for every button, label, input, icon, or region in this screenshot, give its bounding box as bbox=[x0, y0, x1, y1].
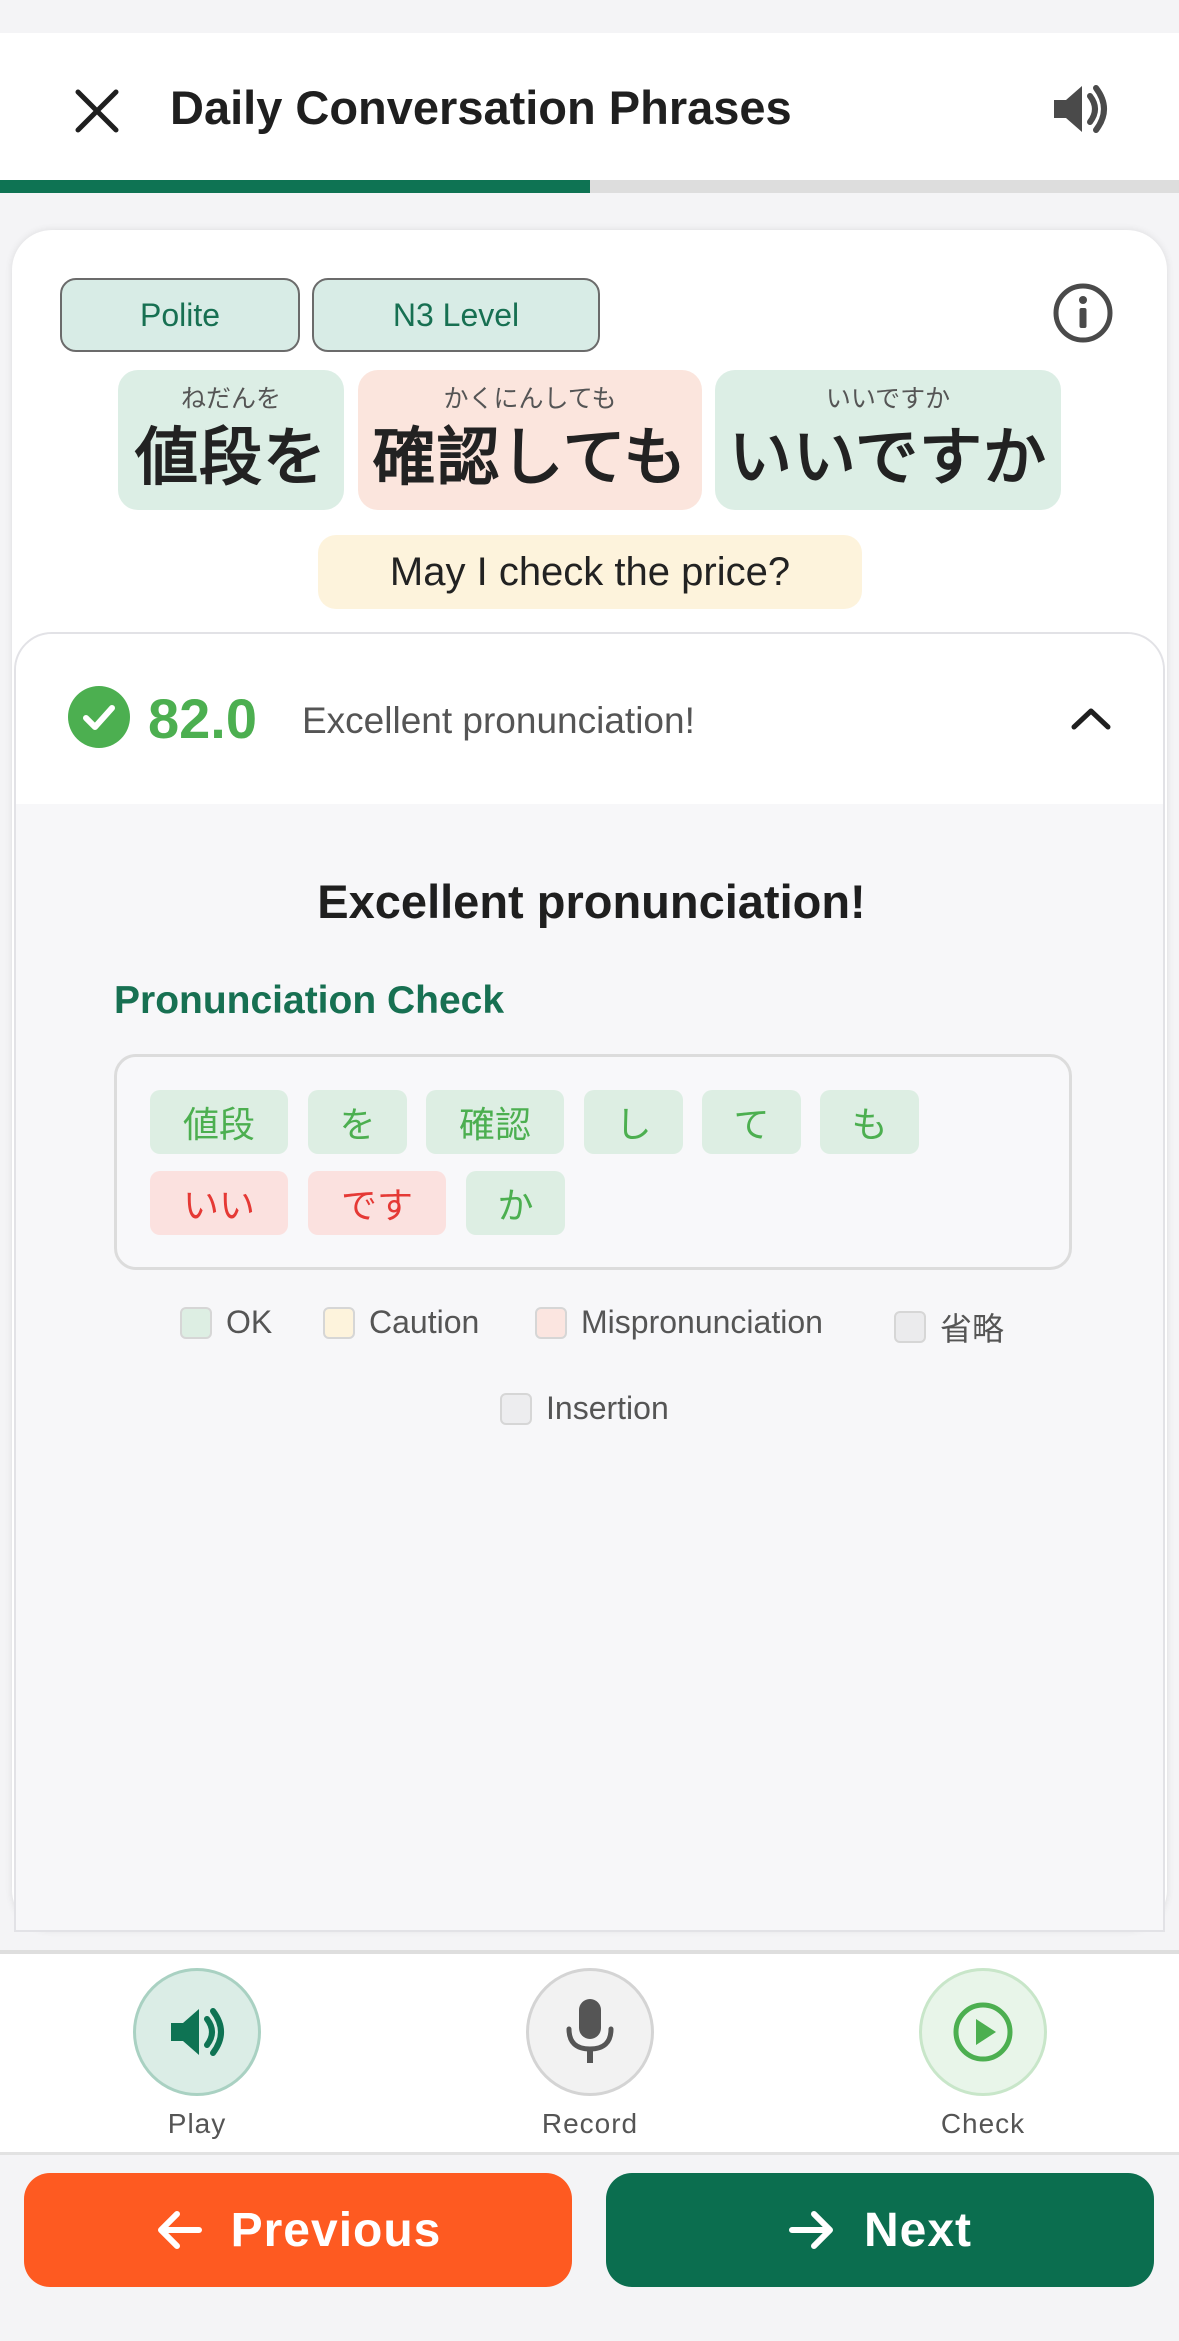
page-title: Daily Conversation Phrases bbox=[170, 81, 792, 134]
legend-insertion: Insertion bbox=[500, 1390, 669, 1427]
info-button[interactable] bbox=[1052, 282, 1114, 344]
phoneme-chip[interactable]: て bbox=[702, 1090, 801, 1154]
lesson-progress-bar bbox=[0, 180, 1179, 193]
translation-text: May I check the price? bbox=[318, 535, 862, 609]
collapse-button[interactable] bbox=[1066, 694, 1116, 744]
microphone-icon bbox=[566, 1999, 614, 2063]
tag-level: N3 Level bbox=[312, 278, 600, 352]
phoneme-chip[interactable]: です bbox=[308, 1171, 446, 1235]
word-text: いいですか bbox=[728, 423, 1048, 493]
next-label: Next bbox=[863, 2203, 973, 2257]
speaker-icon bbox=[1054, 85, 1107, 133]
record-button[interactable]: Record bbox=[524, 1968, 656, 2140]
previous-label: Previous bbox=[230, 2203, 442, 2257]
furigana: ねだんを bbox=[180, 385, 281, 413]
legend-label: 省略 bbox=[940, 1311, 1005, 1347]
phoneme-chip[interactable]: 値段 bbox=[150, 1090, 288, 1154]
result-heading: Excellent pronunciation! bbox=[317, 875, 866, 928]
phoneme-chip[interactable]: を bbox=[308, 1090, 407, 1154]
audio-button[interactable] bbox=[1040, 74, 1120, 144]
score-message: Excellent pronunciation! bbox=[302, 700, 695, 741]
phrase-word[interactable]: ねだんを 値段を bbox=[118, 370, 344, 510]
section-title: Pronunciation Check bbox=[114, 979, 505, 1022]
legend-swatch bbox=[180, 1306, 212, 1339]
furigana: かくにんしても bbox=[443, 385, 617, 413]
play-circle-icon bbox=[953, 2002, 1013, 2062]
legend-label: Mispronunciation bbox=[581, 1304, 823, 1340]
pronunciation-chip-box: 値段 を 確認 し て も いい です か bbox=[114, 1054, 1072, 1270]
legend-swatch bbox=[535, 1306, 567, 1339]
arrow-right-icon bbox=[788, 2211, 833, 2249]
legend-swatch bbox=[323, 1306, 355, 1339]
close-icon bbox=[75, 89, 119, 133]
phoneme-chip[interactable]: か bbox=[466, 1171, 565, 1235]
check-label: Check bbox=[940, 2108, 1026, 2139]
play-label: Play bbox=[167, 2108, 227, 2139]
furigana: いいですか bbox=[825, 385, 951, 413]
tag-politeness: Polite bbox=[60, 278, 300, 352]
result-header[interactable]: 82.0 Excellent pronunciation! bbox=[16, 634, 1163, 804]
divider bbox=[0, 2152, 1179, 2155]
word-text: 値段を bbox=[135, 423, 327, 493]
legend-label: Caution bbox=[369, 1304, 480, 1340]
phoneme-chip[interactable]: 確認 bbox=[426, 1090, 564, 1154]
legend-caution: Caution bbox=[323, 1304, 479, 1341]
lesson-progress-fill bbox=[0, 180, 590, 193]
phrase-word[interactable]: いいですか いいですか bbox=[715, 370, 1061, 510]
phoneme-chip[interactable]: し bbox=[584, 1090, 683, 1154]
legend-mispronunciation: Mispronunciation bbox=[535, 1304, 823, 1341]
play-button[interactable]: Play bbox=[131, 1968, 263, 2140]
phoneme-chip[interactable]: も bbox=[820, 1090, 919, 1154]
check-button[interactable]: Check bbox=[917, 1968, 1049, 2140]
pronunciation-result-panel: 82.0 Excellent pronunciation! Excellent … bbox=[14, 632, 1165, 1932]
info-icon bbox=[1053, 283, 1113, 343]
play-circle[interactable] bbox=[133, 1968, 261, 2096]
check-circle[interactable] bbox=[919, 1968, 1047, 2096]
record-circle[interactable] bbox=[526, 1968, 654, 2096]
score-value: 82.0 bbox=[148, 687, 257, 750]
chevron-up-icon bbox=[1071, 708, 1111, 730]
close-button[interactable] bbox=[62, 76, 132, 146]
legend-swatch bbox=[894, 1311, 926, 1343]
arrow-left-icon bbox=[157, 2211, 202, 2249]
legend-omission: 省略 bbox=[894, 1304, 1004, 1350]
speaker-icon bbox=[171, 2008, 224, 2056]
legend-label: OK bbox=[226, 1304, 273, 1340]
legend-ok: OK bbox=[180, 1304, 272, 1341]
legend-label: Insertion bbox=[546, 1390, 669, 1426]
phoneme-chip[interactable]: いい bbox=[150, 1171, 288, 1235]
next-button[interactable]: Next bbox=[606, 2173, 1154, 2287]
record-label: Record bbox=[541, 2108, 639, 2139]
check-circle-icon bbox=[68, 686, 130, 748]
word-text: 確認しても bbox=[372, 423, 688, 493]
phrase-word[interactable]: かくにんしても 確認しても bbox=[358, 370, 702, 510]
legend-swatch bbox=[500, 1392, 532, 1425]
previous-button[interactable]: Previous bbox=[24, 2173, 572, 2287]
